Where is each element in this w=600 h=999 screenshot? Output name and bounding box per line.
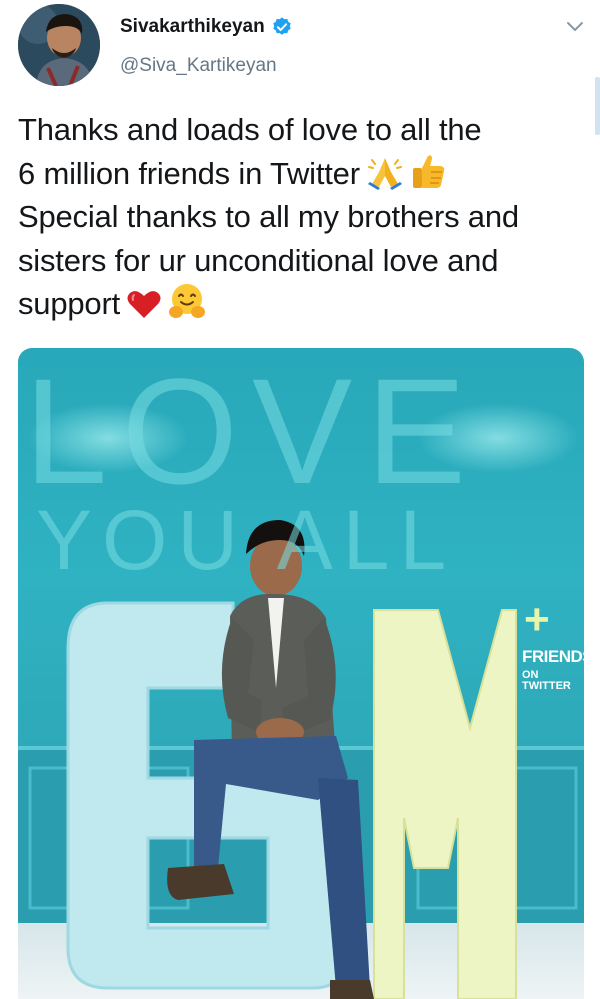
poster-you-all-text: YOU ALL	[36, 493, 457, 587]
thumbs-up-icon	[412, 154, 445, 188]
chevron-down-icon[interactable]	[566, 20, 584, 34]
red-heart-icon	[127, 291, 161, 318]
tweet-line: Thanks and loads of love to all the	[18, 108, 588, 152]
user-handle[interactable]: @Siva_Kartikeyan	[120, 55, 277, 77]
tweet-header: Sivakarthikeyan @Siva_Kartikeyan	[0, 0, 600, 135]
tweet-line: Special thanks to all my brothers and	[18, 195, 588, 239]
tweet-text: Thanks and loads of love to all the 6 mi…	[18, 108, 588, 326]
scrollbar[interactable]	[595, 77, 600, 135]
tweet-line: 6 million friends in Twitter	[18, 152, 588, 196]
poster-friends-text: FRIENDS	[522, 647, 584, 666]
tweet-line-text: sisters for ur unconditional love and	[18, 242, 499, 278]
poster-plus-text: +	[524, 595, 550, 644]
tweet-line: support	[18, 282, 588, 326]
tweet-image[interactable]: LOVE YOU ALL + FRIENDS ON TWITTER	[18, 348, 584, 999]
poster-love-text: LOVE	[24, 348, 481, 515]
hugging-face-icon	[169, 284, 205, 318]
display-name[interactable]: Sivakarthikeyan	[120, 16, 265, 38]
tweet-line: sisters for ur unconditional love and	[18, 239, 588, 283]
avatar[interactable]	[18, 4, 100, 86]
poster-on-twitter-text: ON TWITTER	[522, 669, 571, 692]
tweet-line-text: Thanks and loads of love to all the	[18, 112, 482, 147]
folded-hands-icon	[367, 157, 402, 190]
name-row: Sivakarthikeyan	[120, 16, 293, 38]
tweet: Sivakarthikeyan @Siva_Kartikeyan Thanks …	[0, 0, 600, 999]
tweet-line-text: Special thanks to all my brothers and	[18, 199, 519, 234]
verified-badge-icon	[272, 17, 291, 35]
tweet-line-text: support	[18, 286, 120, 321]
tweet-line-text: 6 million friends in Twitter	[18, 155, 360, 191]
